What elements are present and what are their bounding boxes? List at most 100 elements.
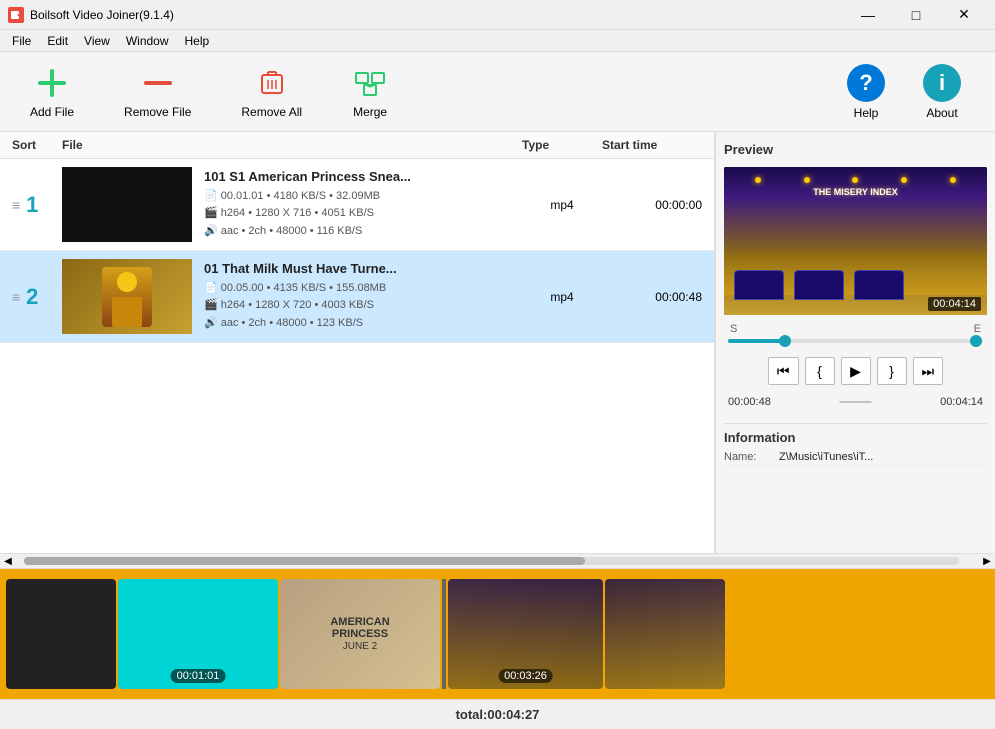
about-label: About xyxy=(926,106,957,120)
info-name-label: Name: xyxy=(724,451,779,463)
scroll-right-button[interactable]: ▶ xyxy=(979,553,995,569)
app-title: Boilsoft Video Joiner(9.1.4) xyxy=(30,8,174,22)
row-info-1: 101 S1 American Princess Snea... 📄 00.01… xyxy=(204,169,522,241)
status-bar: total: 00:04:27 xyxy=(0,699,995,729)
main-area: Sort File Type Start time ≡ 1 101 S1 Ame… xyxy=(0,132,995,553)
minimize-button[interactable]: — xyxy=(845,0,891,30)
toolbar: Add File Remove File Remove All xyxy=(0,52,995,132)
transport-controls: ⏮ { ▶ } ⏭ xyxy=(724,355,987,387)
timeline-clip-5[interactable] xyxy=(605,579,725,689)
seek-labels: S E xyxy=(728,323,983,335)
scrollbar-track[interactable] xyxy=(24,557,959,565)
clip-label-3: AMERICANPRINCESSJUNE 2 xyxy=(324,610,395,658)
timeline-clip-3[interactable]: AMERICANPRINCESSJUNE 2 xyxy=(280,579,440,689)
close-button[interactable]: ✕ xyxy=(941,0,987,30)
preview-content: THE MISERY INDEX xyxy=(724,167,987,315)
row-title-1: 101 S1 American Princess Snea... xyxy=(204,169,522,184)
remove-all-button[interactable]: Remove All xyxy=(231,59,312,125)
row-type-2: mp4 xyxy=(522,290,602,304)
scrollbar-thumb[interactable] xyxy=(24,557,585,565)
timeline-clip-2[interactable]: 00:01:01 xyxy=(118,579,278,689)
row-meta-1: 📄 00.01.01 • 4180 KB/S • 32.09MB 🎬 h264 … xyxy=(204,188,522,241)
title-bar: Boilsoft Video Joiner(9.1.4) — □ ✕ xyxy=(0,0,995,30)
row-type-1: mp4 xyxy=(522,198,602,212)
skip-fwd-button[interactable]: ⏭ xyxy=(913,357,944,385)
meta-file-2: 📄 00.05.00 • 4135 KB/S • 155.08MB xyxy=(204,280,386,298)
clip-divider xyxy=(442,579,446,689)
menu-help[interactable]: Help xyxy=(177,32,218,50)
about-button[interactable]: i About xyxy=(909,58,975,126)
title-bar-left: Boilsoft Video Joiner(9.1.4) xyxy=(8,7,174,23)
row-thumb-1 xyxy=(62,167,192,242)
meta-video-1: 🎬 h264 • 1280 X 716 • 4051 KB/S xyxy=(204,205,374,223)
about-icon: i xyxy=(923,64,961,102)
menu-window[interactable]: Window xyxy=(118,32,177,50)
preview-panel: Preview THE MISERY INDEX xyxy=(715,132,995,553)
row-num-1: 1 xyxy=(26,192,38,218)
menu-view[interactable]: View xyxy=(76,32,118,50)
time-separator: —— xyxy=(840,393,872,411)
preview-video: THE MISERY INDEX 00:04:14 xyxy=(724,167,987,315)
menu-file[interactable]: File xyxy=(4,32,39,50)
help-button[interactable]: ? Help xyxy=(833,58,899,126)
merge-label: Merge xyxy=(353,105,387,119)
row-time-1: 00:00:00 xyxy=(602,198,702,212)
total-time: 00:04:14 xyxy=(940,396,983,408)
preview-title: Preview xyxy=(724,140,987,161)
row-num-2: 2 xyxy=(26,284,38,310)
remove-file-icon xyxy=(140,65,176,101)
seek-handle[interactable] xyxy=(779,335,791,347)
col-sort-header: Sort xyxy=(12,138,62,152)
seek-handle-end[interactable] xyxy=(970,335,982,347)
merge-button[interactable]: Merge xyxy=(342,59,398,125)
meta-audio-2: 🔊 aac • 2ch • 48000 • 123 KB/S xyxy=(204,315,363,333)
seek-bar-container: S E xyxy=(724,321,987,349)
status-total-time: 00:04:27 xyxy=(487,707,539,722)
skip-back-button[interactable]: ⏮ xyxy=(768,357,799,385)
add-file-icon xyxy=(34,65,70,101)
row-time-2: 00:00:48 xyxy=(602,290,702,304)
row-info-2: 01 That Milk Must Have Turne... 📄 00.05.… xyxy=(204,261,522,333)
scroll-left-button[interactable]: ◀ xyxy=(0,553,16,569)
add-file-button[interactable]: Add File xyxy=(20,59,84,125)
meta-audio-1: 🔊 aac • 2ch • 48000 • 116 KB/S xyxy=(204,223,362,241)
clip-time-4: 00:03:26 xyxy=(498,669,553,683)
help-icon: ? xyxy=(847,64,885,102)
col-time-header: Start time xyxy=(602,138,702,152)
drag-icon: ≡ xyxy=(12,197,20,213)
seek-s-label: S xyxy=(730,323,737,335)
menu-edit[interactable]: Edit xyxy=(39,32,76,50)
seek-bar[interactable] xyxy=(728,339,983,343)
remove-file-button[interactable]: Remove File xyxy=(114,59,201,125)
row-meta-2: 📄 00.05.00 • 4135 KB/S • 155.08MB 🎬 h264… xyxy=(204,280,522,333)
row-title-2: 01 That Milk Must Have Turne... xyxy=(204,261,522,276)
seek-bar-fill xyxy=(728,339,784,343)
info-name-row: Name: Z\Music\iTunes\iT... xyxy=(724,449,987,466)
mark-out-button[interactable]: } xyxy=(877,357,907,385)
current-time: 00:00:48 xyxy=(728,396,771,408)
remove-file-label: Remove File xyxy=(124,105,191,119)
meta-file-1: 📄 00.01.01 • 4180 KB/S • 32.09MB xyxy=(204,188,380,206)
meta-video-2: 🎬 h264 • 1280 X 720 • 4003 KB/S xyxy=(204,297,374,315)
info-title: Information xyxy=(724,423,987,449)
merge-icon xyxy=(352,65,388,101)
row-sort-1: ≡ 1 xyxy=(12,192,62,218)
row-sort-2: ≡ 2 xyxy=(12,284,62,310)
table-row[interactable]: ≡ 1 101 S1 American Princess Snea... 📄 0… xyxy=(0,159,714,251)
status-total-label: total: xyxy=(456,707,488,722)
table-row[interactable]: ≡ 2 01 That Milk Must Have Turne... 📄 00… xyxy=(0,251,714,343)
play-button[interactable]: ▶ xyxy=(841,357,871,385)
time-display: 00:00:48 —— 00:04:14 xyxy=(724,393,987,411)
timeline-clip-1[interactable] xyxy=(6,579,116,689)
maximize-button[interactable]: □ xyxy=(893,0,939,30)
mark-in-button[interactable]: { xyxy=(805,357,835,385)
seek-e-label: E xyxy=(974,323,981,335)
col-file-header: File xyxy=(62,138,522,152)
drag-icon-2: ≡ xyxy=(12,289,20,305)
timeline: 00:01:01 AMERICANPRINCESSJUNE 2 00:03:26 xyxy=(0,569,995,699)
menu-bar: File Edit View Window Help xyxy=(0,30,995,52)
file-list: Sort File Type Start time ≡ 1 101 S1 Ame… xyxy=(0,132,715,553)
timeline-clip-4[interactable]: 00:03:26 xyxy=(448,579,603,689)
title-bar-controls: — □ ✕ xyxy=(845,0,987,30)
col-type-header: Type xyxy=(522,138,602,152)
